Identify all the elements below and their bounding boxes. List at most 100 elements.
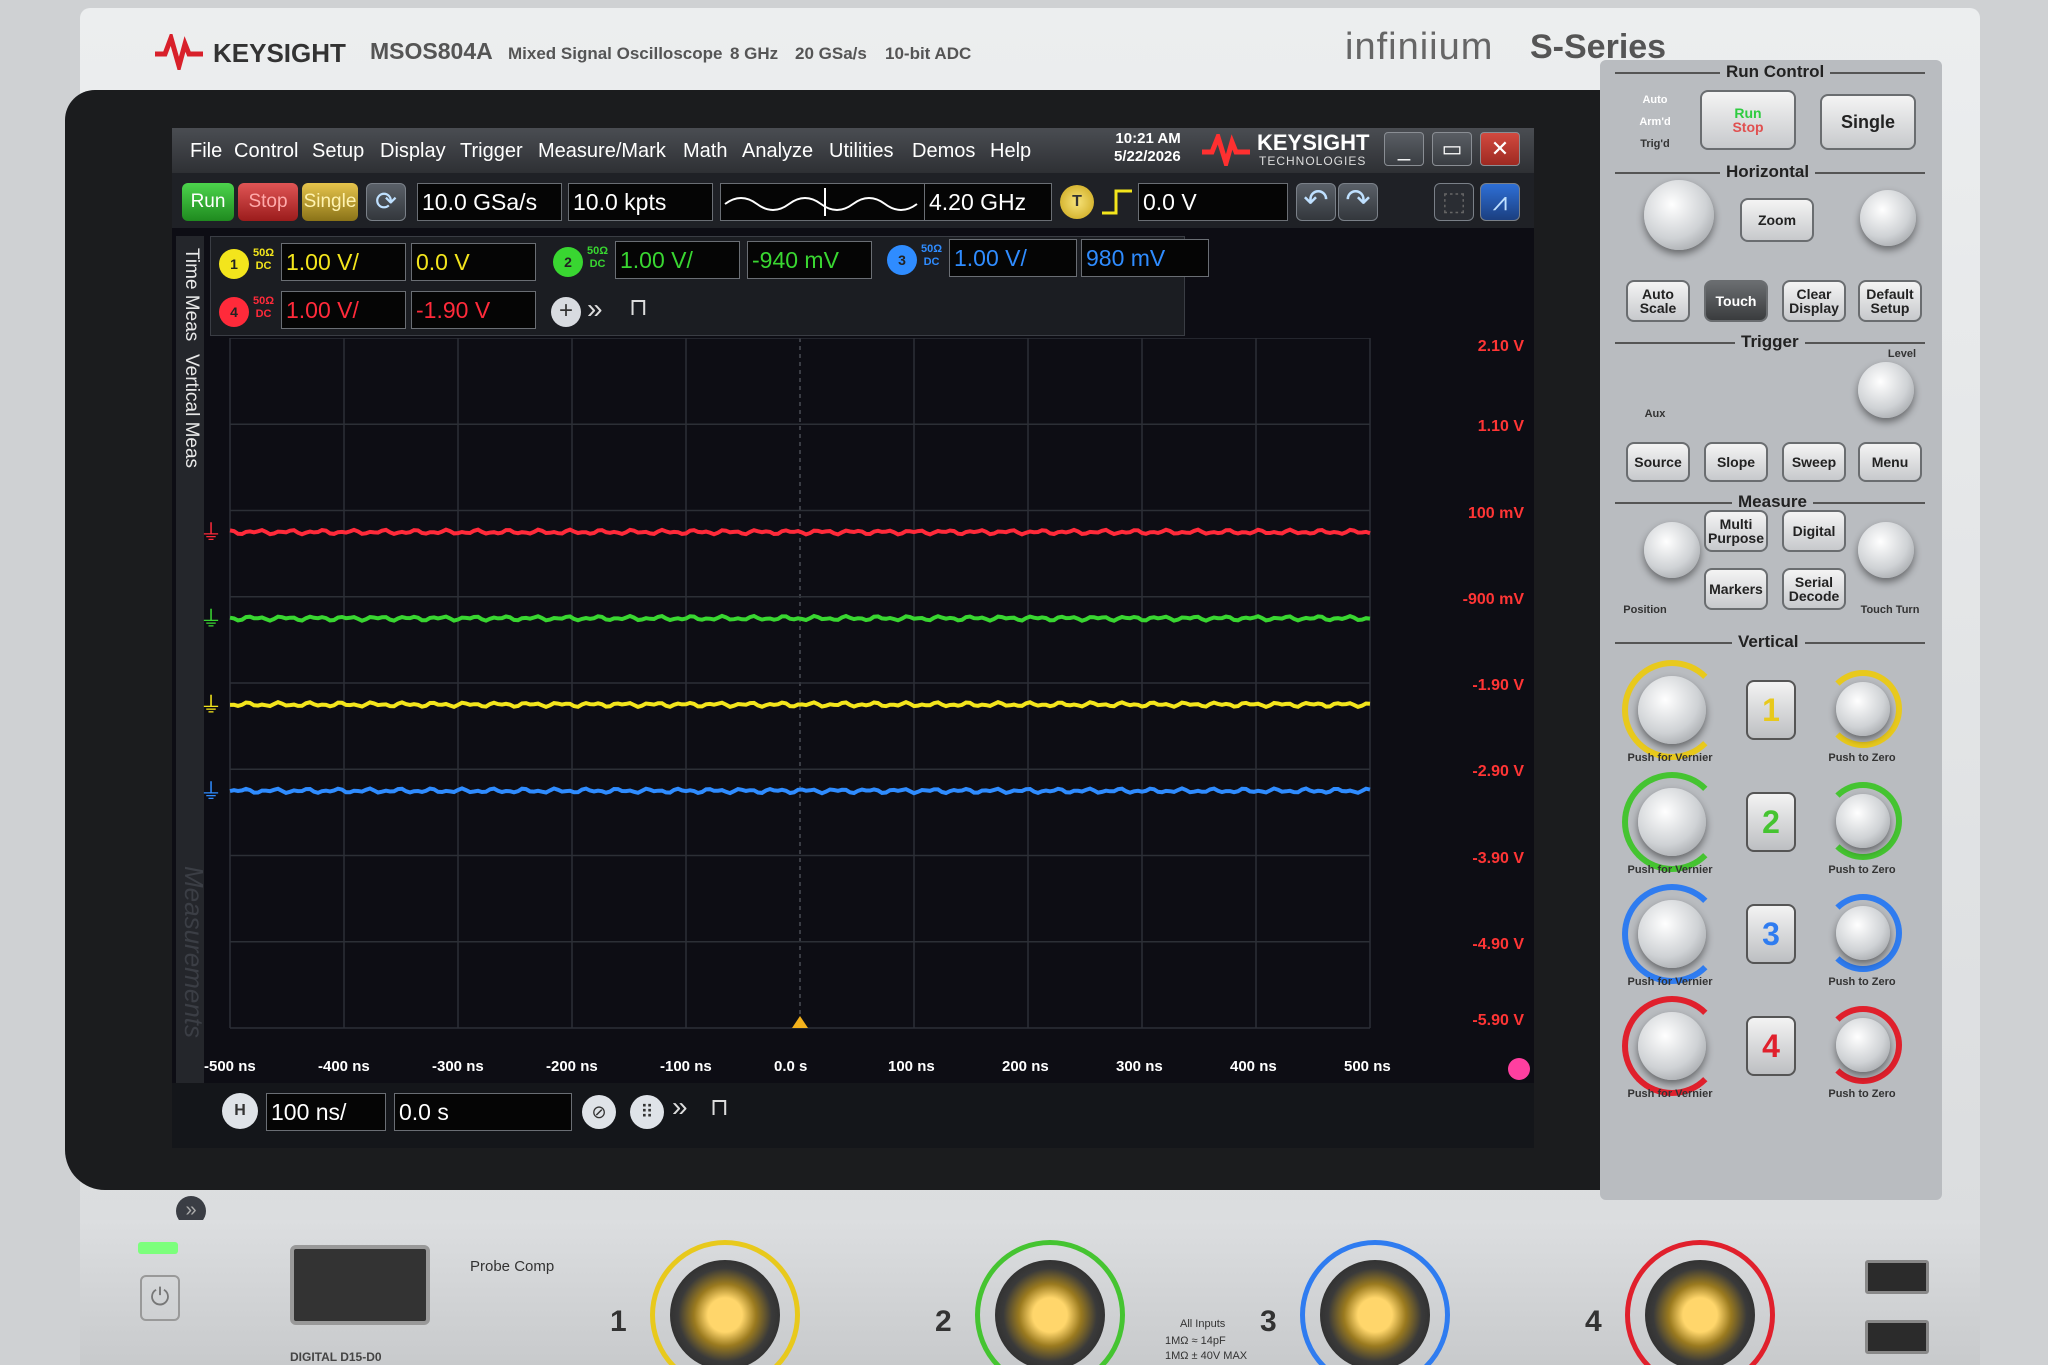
channel-2-bnc-connector[interactable] xyxy=(995,1260,1105,1365)
clear-display-hw-button[interactable]: Clear Display xyxy=(1782,280,1846,322)
zoom-icon[interactable]: ⊘ xyxy=(582,1095,616,1129)
single-button[interactable]: Single xyxy=(302,183,358,221)
trigger-badge[interactable]: T xyxy=(1060,185,1094,219)
channel-4-trace xyxy=(229,527,1371,537)
trigger-position-marker[interactable] xyxy=(792,1016,808,1028)
touch-hw-button[interactable]: Touch xyxy=(1704,280,1768,322)
channel-4-scale-knob[interactable] xyxy=(1638,1012,1706,1080)
channel-2-scale[interactable]: 1.00 V/ xyxy=(615,241,740,279)
horizontal-position-knob[interactable] xyxy=(1860,190,1916,246)
sample-rate-field[interactable]: 10.0 GSa/s xyxy=(417,183,562,221)
horizontal-scale-field[interactable]: 100 ns/ xyxy=(266,1093,386,1131)
touch-turn-knob[interactable] xyxy=(1858,522,1914,578)
source-hw-button[interactable]: Source xyxy=(1626,442,1690,482)
memory-depth-field[interactable]: 10.0 kpts xyxy=(568,183,713,221)
channel-3-scale[interactable]: 1.00 V/ xyxy=(949,239,1077,277)
channel-3-badge[interactable]: 3 xyxy=(887,245,917,275)
channel-3-bnc-connector[interactable] xyxy=(1320,1260,1430,1365)
channel-2-badge[interactable]: 2 xyxy=(553,247,583,277)
restore-button[interactable]: ▭ xyxy=(1432,132,1472,166)
channel-2-hw-button[interactable]: 2 xyxy=(1746,792,1796,852)
channel-3-ground-marker-icon[interactable]: ⏚ xyxy=(200,780,222,805)
waveform-graticule[interactable]: ⏚ ⏚ ⏚ ⏚ xyxy=(190,338,1440,1058)
channel-1-scale-knob[interactable] xyxy=(1638,676,1706,744)
horizontal-position-field[interactable]: 0.0 s xyxy=(394,1093,572,1131)
auto-scale-hw-button[interactable]: Auto Scale xyxy=(1626,280,1690,322)
menu-analyze[interactable]: Analyze xyxy=(742,140,813,163)
trigger-level-knob[interactable] xyxy=(1858,362,1914,418)
channel-1-scale[interactable]: 1.00 V/ xyxy=(281,243,406,281)
trigger-menu-hw-button[interactable]: Menu xyxy=(1858,442,1922,482)
add-channel-icon[interactable]: + xyxy=(551,297,581,327)
redo-icon[interactable]: ↷ xyxy=(1338,183,1378,221)
channel-1-hw-button[interactable]: 1 xyxy=(1746,680,1796,740)
channel-4-offset[interactable]: -1.90 V xyxy=(411,291,536,329)
channel-1-offset-knob[interactable] xyxy=(1836,682,1890,736)
menu-trigger[interactable]: Trigger xyxy=(460,140,523,163)
power-button-icon[interactable]: ⏻ xyxy=(140,1275,180,1321)
grid-dots-icon[interactable]: ⠿ xyxy=(630,1095,664,1129)
zoom-box-icon[interactable]: ⬚ xyxy=(1434,183,1474,221)
channel-4-offset-knob[interactable] xyxy=(1836,1018,1890,1072)
tab-time-meas[interactable]: Time Meas xyxy=(178,248,202,341)
bandwidth-field[interactable]: 4.20 GHz xyxy=(924,183,1052,221)
measure-position-knob[interactable] xyxy=(1644,522,1700,578)
pin-icon[interactable]: ⊓ xyxy=(710,1093,729,1122)
marker-handle-icon[interactable] xyxy=(1508,1058,1530,1080)
horizontal-badge[interactable]: H xyxy=(222,1093,258,1129)
waveform-draw-icon[interactable]: ⩘ xyxy=(1480,183,1520,221)
acquisition-preview[interactable] xyxy=(720,183,930,221)
usb-port-icon[interactable] xyxy=(1865,1260,1929,1294)
channel-1-ground-marker-icon[interactable]: ⏚ xyxy=(200,694,222,719)
channel-3-scale-knob[interactable] xyxy=(1638,900,1706,968)
horizontal-scale-knob[interactable] xyxy=(1644,180,1714,250)
autoscale-icon[interactable]: ⟳ xyxy=(366,183,406,221)
channel-2-offset[interactable]: -940 mV xyxy=(747,241,872,279)
menu-measure-mark[interactable]: Measure/Mark xyxy=(538,140,666,163)
stop-button[interactable]: Stop xyxy=(238,183,298,221)
menu-display[interactable]: Display xyxy=(380,140,446,163)
sweep-hw-button[interactable]: Sweep xyxy=(1782,442,1846,482)
digital-hw-button[interactable]: Digital xyxy=(1782,510,1846,552)
slope-hw-button[interactable]: Slope xyxy=(1704,442,1768,482)
channel-2-ground-marker-icon[interactable]: ⏚ xyxy=(200,607,222,632)
menu-math[interactable]: Math xyxy=(683,140,727,163)
markers-hw-button[interactable]: Markers xyxy=(1704,568,1768,610)
channel-4-bnc-connector[interactable] xyxy=(1645,1260,1755,1365)
channel-1-badge[interactable]: 1 xyxy=(219,249,249,279)
undo-icon[interactable]: ↶ xyxy=(1296,183,1336,221)
channel-1-bnc-connector[interactable] xyxy=(670,1260,780,1365)
rising-edge-icon[interactable] xyxy=(1100,187,1134,217)
run-button[interactable]: Run xyxy=(182,183,234,221)
menu-demos[interactable]: Demos xyxy=(912,140,975,163)
single-hw-button[interactable]: Single xyxy=(1820,94,1916,150)
channel-3-offset[interactable]: 980 mV xyxy=(1081,239,1209,277)
menu-help[interactable]: Help xyxy=(990,140,1031,163)
serial-decode-hw-button[interactable]: Serial Decode xyxy=(1782,568,1846,610)
channel-3-offset-knob[interactable] xyxy=(1836,906,1890,960)
close-button[interactable]: ✕ xyxy=(1480,132,1520,166)
channel-4-scale[interactable]: 1.00 V/ xyxy=(281,291,406,329)
channel-3-hw-button[interactable]: 3 xyxy=(1746,904,1796,964)
channel-2-input-number: 2 xyxy=(935,1305,952,1338)
minimize-button[interactable]: _ xyxy=(1384,132,1424,166)
usb-port-icon[interactable] xyxy=(1865,1320,1929,1354)
menu-utilities[interactable]: Utilities xyxy=(829,140,893,163)
expand-channels-icon[interactable]: » xyxy=(587,293,603,325)
channel-2-scale-knob[interactable] xyxy=(1638,788,1706,856)
channel-4-badge[interactable]: 4 xyxy=(219,297,249,327)
channel-1-offset[interactable]: 0.0 V xyxy=(411,243,536,281)
multi-purpose-hw-button[interactable]: Multi Purpose xyxy=(1704,510,1768,552)
channel-4-hw-button[interactable]: 4 xyxy=(1746,1016,1796,1076)
channel-2-offset-knob[interactable] xyxy=(1836,794,1890,848)
menu-setup[interactable]: Setup xyxy=(312,140,364,163)
expand-horizontal-icon[interactable]: » xyxy=(672,1091,688,1123)
run-stop-hw-button[interactable]: Run Stop xyxy=(1700,90,1796,150)
menu-file[interactable]: File xyxy=(190,140,222,163)
channel-4-ground-marker-icon[interactable]: ⏚ xyxy=(200,521,222,546)
trigger-level-field[interactable]: 0.0 V xyxy=(1138,183,1288,221)
menu-control[interactable]: Control xyxy=(234,140,298,163)
pin-icon[interactable]: ⊓ xyxy=(629,293,648,322)
default-setup-hw-button[interactable]: Default Setup xyxy=(1858,280,1922,322)
zoom-hw-button[interactable]: Zoom xyxy=(1740,198,1814,242)
